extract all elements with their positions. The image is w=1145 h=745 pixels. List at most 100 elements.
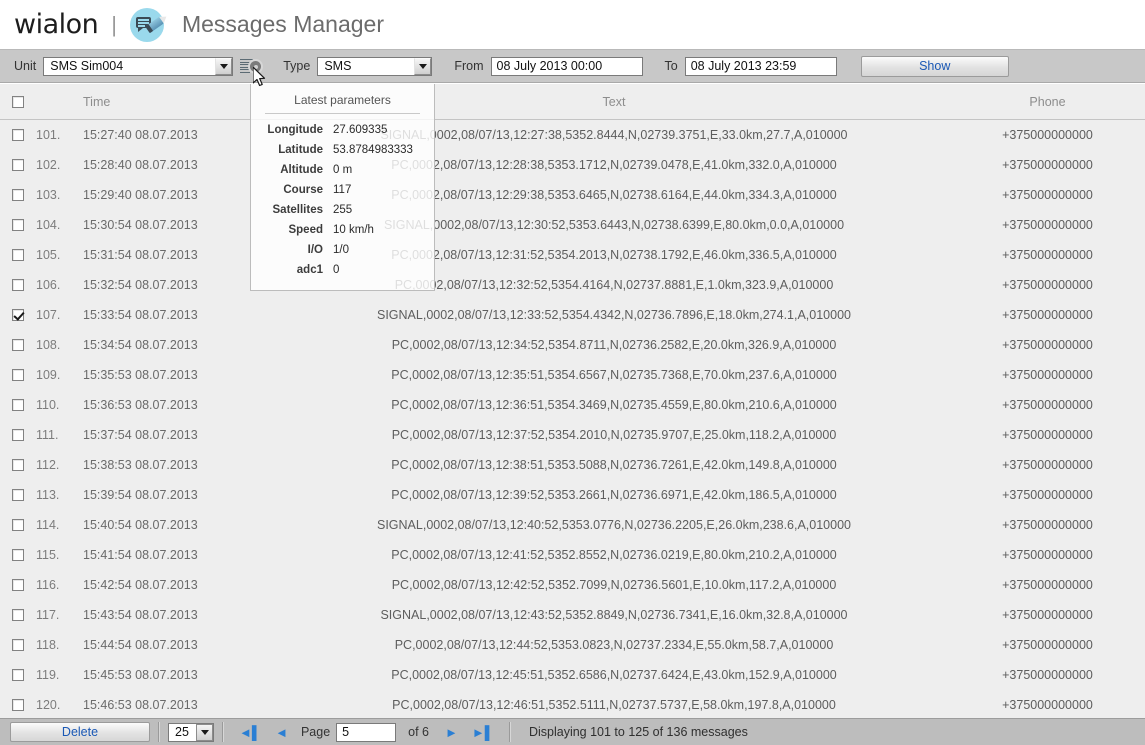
messages-pencil-icon: [129, 7, 164, 42]
row-phone: +375000000000: [1002, 548, 1093, 562]
parameter-value: 0: [333, 264, 340, 276]
table-row[interactable]: 116. 15:42:54 08.07.2013 PC,0002,08/07/13,…: [0, 570, 1145, 600]
row-phone: +375000000000: [1002, 398, 1093, 412]
table-row[interactable]: 107. 15:33:54 08.07.2013 SIGNAL,0002,08/07…: [0, 300, 1145, 330]
row-checkbox[interactable]: [12, 669, 24, 681]
parameter-name: Longitude: [267, 124, 323, 136]
row-checkbox[interactable]: [12, 519, 24, 531]
row-checkbox[interactable]: [12, 429, 24, 441]
row-checkbox[interactable]: [12, 309, 24, 321]
row-checkbox[interactable]: [12, 549, 24, 561]
page-number-input[interactable]: 5: [336, 722, 397, 742]
select-all-checkbox[interactable]: [12, 95, 24, 108]
row-checkbox[interactable]: [12, 699, 24, 711]
first-page-icon[interactable]: ◄▌: [239, 726, 261, 739]
row-select-cell: [0, 699, 36, 711]
parameter-name: Speed: [288, 224, 323, 236]
row-time: 15:33:54 08.07.2013: [83, 308, 198, 322]
row-text: PC,0002,08/07/13,12:44:52,5353.0823,N,02…: [394, 638, 834, 652]
row-text: SIGNAL,0002,08/07/13,12:33:52,5354.4342,…: [377, 308, 851, 322]
header-phone[interactable]: Phone: [950, 95, 1145, 109]
delete-button[interactable]: Delete: [10, 722, 150, 742]
from-date-input[interactable]: 08 July 2013 00:00: [490, 56, 643, 76]
row-checkbox[interactable]: [12, 489, 24, 501]
row-phone: +375000000000: [1002, 248, 1093, 262]
parameter-value: 0 m: [333, 164, 353, 176]
row-text: PC,0002,08/07/13,12:39:52,5353.2661,N,02…: [391, 488, 837, 502]
row-select-cell: [0, 279, 36, 291]
row-checkbox[interactable]: [12, 249, 24, 261]
row-time: 15:46:53 08.07.2013: [83, 698, 198, 712]
table-row[interactable]: 102. 15:28:40 08.07.2013 PC,0002,08/07/13,…: [0, 150, 1145, 180]
row-checkbox[interactable]: [12, 159, 24, 171]
table-row[interactable]: 111. 15:37:54 08.07.2013 PC,0002,08/07/13,…: [0, 420, 1145, 450]
row-checkbox[interactable]: [12, 189, 24, 201]
table-row[interactable]: 114. 15:40:54 08.07.2013 SIGNAL,0002,08/07…: [0, 510, 1145, 540]
latest-parameters-list: Longitude 27.609335 Latitude 53.8784983333 A…: [251, 120, 434, 280]
table-row[interactable]: 101. 15:27:40 08.07.2013 SIGNAL,0002,08/07…: [0, 120, 1145, 150]
chevron-down-icon[interactable]: [414, 57, 432, 75]
chevron-down-icon[interactable]: [196, 723, 213, 741]
prev-page-icon[interactable]: ◄: [275, 726, 288, 739]
table-row[interactable]: 117. 15:43:54 08.07.2013 SIGNAL,0002,08/07…: [0, 600, 1145, 630]
messages-manager-window: wialon | Messages Manager Unit SMS Sim00…: [0, 0, 1145, 745]
row-time: 15:41:54 08.07.2013: [83, 548, 198, 562]
next-page-icon[interactable]: ►: [445, 726, 458, 739]
row-text: PC,0002,08/07/13,12:35:51,5354.6567,N,02…: [391, 368, 837, 382]
row-checkbox[interactable]: [12, 579, 24, 591]
row-time: 15:27:40 08.07.2013: [83, 128, 198, 142]
table-body: 101. 15:27:40 08.07.2013 SIGNAL,0002,08/07…: [0, 120, 1145, 718]
filter-toolbar: Unit SMS Sim004 Type SMS From 08 July 20…: [0, 50, 1145, 83]
page-size-select[interactable]: 25: [168, 722, 214, 742]
divider: [158, 722, 160, 742]
row-checkbox[interactable]: [12, 369, 24, 381]
table-row[interactable]: 110. 15:36:53 08.07.2013 PC,0002,08/07/13,…: [0, 390, 1145, 420]
row-phone: +375000000000: [1002, 578, 1093, 592]
type-select-value: SMS: [324, 59, 352, 73]
header-time[interactable]: Time: [83, 95, 278, 109]
row-index: 107.: [36, 308, 61, 322]
show-button[interactable]: Show: [860, 55, 1009, 77]
from-label: From: [454, 59, 484, 73]
row-checkbox[interactable]: [12, 399, 24, 411]
table-row[interactable]: 108. 15:34:54 08.07.2013 PC,0002,08/07/13,…: [0, 330, 1145, 360]
table-row[interactable]: 115. 15:41:54 08.07.2013 PC,0002,08/07/13,…: [0, 540, 1145, 570]
chevron-down-icon[interactable]: [215, 57, 233, 75]
table-row[interactable]: 103. 15:29:40 08.07.2013 PC,0002,08/07/13,…: [0, 180, 1145, 210]
row-checkbox[interactable]: [12, 129, 24, 141]
to-date-input[interactable]: 08 July 2013 23:59: [684, 56, 837, 76]
row-checkbox[interactable]: [12, 609, 24, 621]
row-checkbox[interactable]: [12, 279, 24, 291]
table-row[interactable]: 109. 15:35:53 08.07.2013 PC,0002,08/07/13,…: [0, 360, 1145, 390]
row-time: 15:29:40 08.07.2013: [83, 188, 198, 202]
row-checkbox[interactable]: [12, 219, 24, 231]
last-page-icon[interactable]: ►▌: [472, 726, 494, 739]
type-select[interactable]: SMS: [317, 56, 433, 76]
list-gear-icon[interactable]: [239, 56, 262, 76]
row-checkbox[interactable]: [12, 459, 24, 471]
row-time: 15:39:54 08.07.2013: [83, 488, 198, 502]
row-select-cell: [0, 219, 36, 231]
row-select-cell: [0, 579, 36, 591]
row-time: 15:36:53 08.07.2013: [83, 398, 198, 412]
table-row[interactable]: 112. 15:38:53 08.07.2013 PC,0002,08/07/13,…: [0, 450, 1145, 480]
unit-select[interactable]: SMS Sim004: [43, 56, 234, 76]
table-row[interactable]: 119. 15:45:53 08.07.2013 PC,0002,08/07/13,…: [0, 660, 1145, 690]
parameter-row: Satellites 255: [251, 200, 434, 220]
row-index: 111.: [36, 428, 59, 442]
parameter-name: adc1: [296, 264, 323, 276]
row-select-cell: [0, 429, 36, 441]
table-row[interactable]: 105. 15:31:54 08.07.2013 PC,0002,08/07/13,…: [0, 240, 1145, 270]
row-index: 106.: [36, 278, 61, 292]
table-row[interactable]: 106. 15:32:54 08.07.2013 PC,0002,08/07/13,…: [0, 270, 1145, 300]
row-time: 15:28:40 08.07.2013: [83, 158, 198, 172]
page-total-label: of 6: [408, 725, 430, 739]
row-checkbox[interactable]: [12, 339, 24, 351]
row-index: 118.: [36, 638, 60, 652]
row-index: 119.: [36, 668, 60, 682]
table-row[interactable]: 120. 15:46:53 08.07.2013 PC,0002,08/07/13,…: [0, 690, 1145, 718]
table-row[interactable]: 104. 15:30:54 08.07.2013 SIGNAL,0002,08/07…: [0, 210, 1145, 240]
table-row[interactable]: 113. 15:39:54 08.07.2013 PC,0002,08/07/13,…: [0, 480, 1145, 510]
row-checkbox[interactable]: [12, 639, 24, 651]
table-row[interactable]: 118. 15:44:54 08.07.2013 PC,0002,08/07/13,…: [0, 630, 1145, 660]
